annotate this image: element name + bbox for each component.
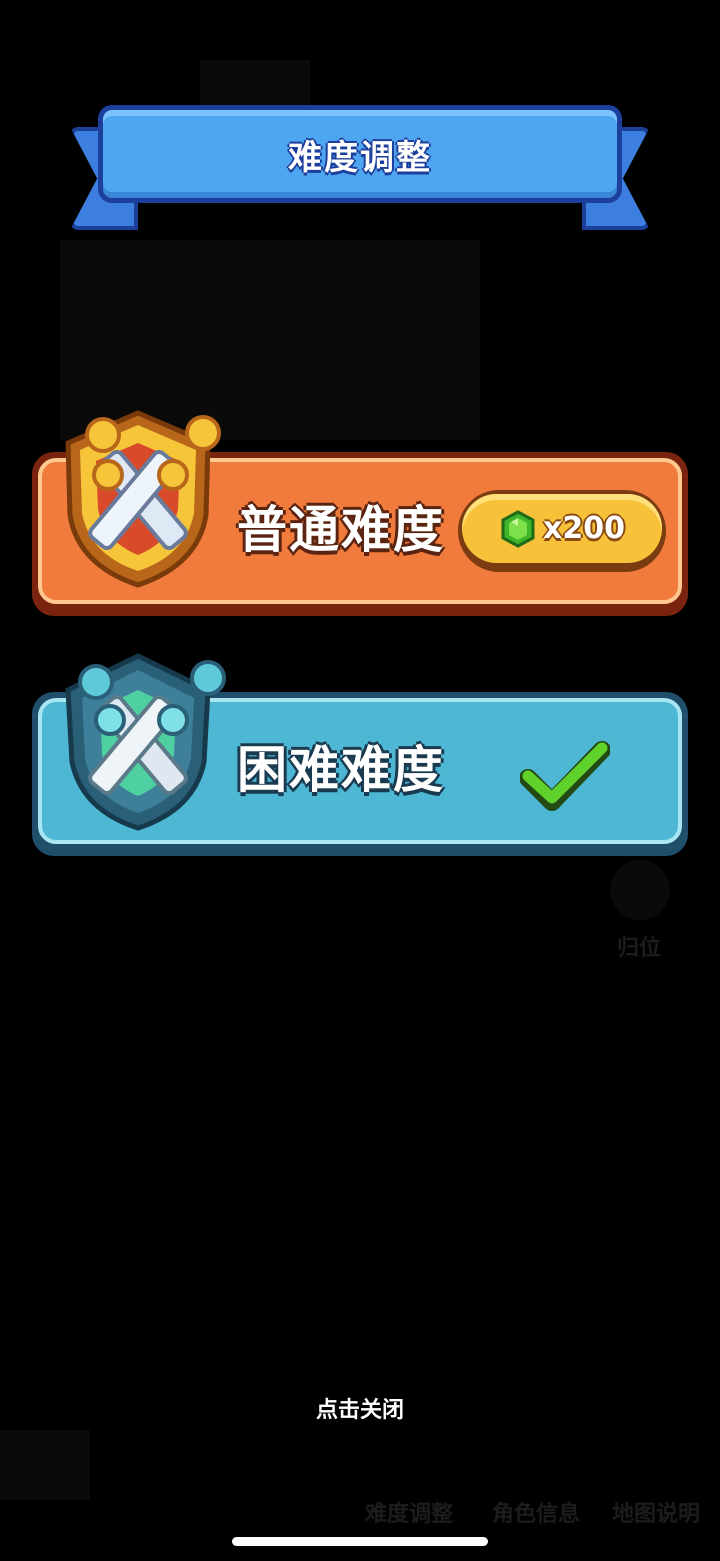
ghost-label-reset: 归位: [617, 936, 662, 961]
page-title: 难度调整: [288, 137, 432, 178]
normal-difficulty-label: 普通难度: [237, 501, 445, 559]
cost-amount: x200: [543, 511, 625, 546]
ribbon-banner: 难度调整: [98, 105, 622, 203]
green-gem-icon: [501, 509, 535, 548]
ghost-label-map: 地图说明: [612, 1502, 701, 1527]
background-back-button-shape: [0, 1430, 90, 1500]
gold-shield-swords-icon: [65, 410, 221, 588]
hard-difficulty-label: 困难难度: [237, 741, 445, 799]
ghost-label-difficulty: 难度调整: [365, 1502, 454, 1527]
ghost-label-character: 角色信息: [492, 1502, 581, 1527]
title-ribbon: 难度调整: [70, 105, 650, 230]
teal-shield-swords-icon: [65, 653, 226, 831]
background-marker-shape: [610, 860, 670, 920]
home-indicator[interactable]: [232, 1537, 488, 1546]
checkmark-icon: [520, 741, 610, 811]
tap-to-close-hint[interactable]: 点击关闭: [0, 1392, 720, 1424]
unlock-cost-button[interactable]: x200: [458, 490, 666, 572]
cost-pill-face: x200: [462, 494, 662, 563]
